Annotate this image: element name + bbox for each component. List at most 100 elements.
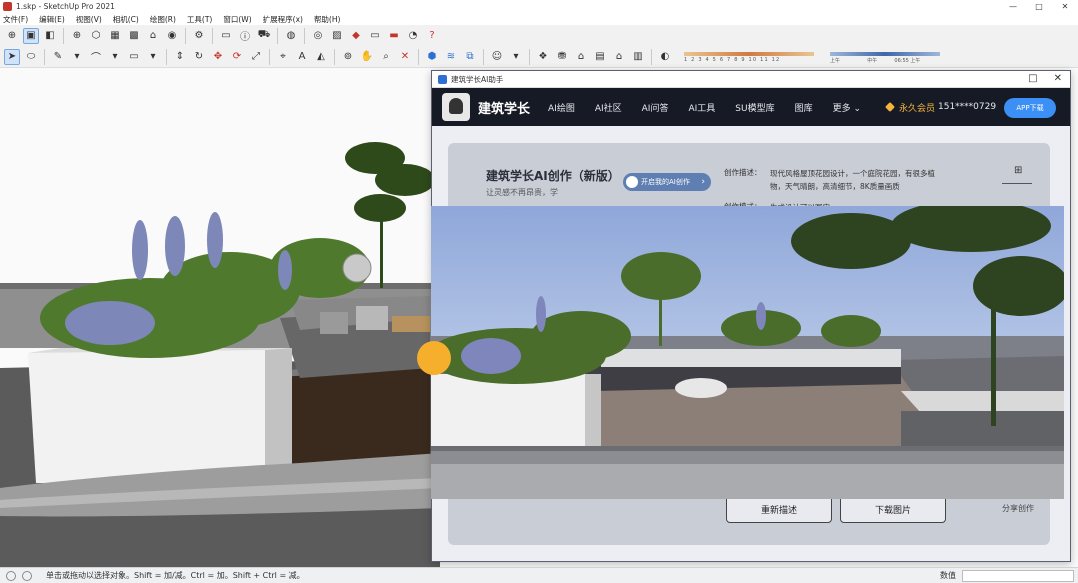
toolbar-divider [166, 48, 167, 65]
status-bar: 单击或拖动以选择对象。Shift = 加/减。Ctrl = 加。Shift + … [0, 567, 1078, 583]
scale-icon[interactable]: ⤢ [248, 49, 264, 65]
plugin-maximize-button[interactable]: □ [1028, 73, 1037, 84]
materials-icon[interactable]: ⛃ [554, 49, 570, 65]
chevron-down-icon[interactable]: ▾ [107, 49, 123, 65]
rectangle-icon[interactable]: ▭ [126, 49, 142, 65]
section-icon[interactable]: ⧉ [462, 49, 478, 65]
move-icon[interactable]: ✥ [210, 49, 226, 65]
follow-me-icon[interactable]: ↻ [191, 49, 207, 65]
orbit-icon[interactable]: ⊚ [340, 49, 356, 65]
nav-gallery[interactable]: 图库 [795, 101, 813, 114]
shield-icon[interactable]: ⬡ [88, 28, 104, 44]
profile-icon[interactable]: ◍ [283, 28, 299, 44]
menu-extensions[interactable]: 扩展程序(x) [263, 14, 303, 25]
gear-icon[interactable]: ⚙ [191, 28, 207, 44]
diamond-icon [885, 102, 895, 112]
chevron-down-icon[interactable]: ▾ [508, 49, 524, 65]
right-view-icon[interactable]: ⌂ [611, 49, 627, 65]
info-icon[interactable] [6, 570, 16, 581]
plugin-window-controls: □ ✕ [1028, 73, 1062, 84]
warehouse-icon[interactable]: ▣ [23, 27, 39, 44]
brand-logo[interactable]: 建筑学长 [478, 98, 530, 117]
measurements-input[interactable] [962, 570, 1074, 582]
chevron-down-icon[interactable]: ▾ [145, 49, 161, 65]
cart-icon[interactable]: ⛟ [256, 28, 272, 44]
download-image-button[interactable]: 下载图片 [840, 495, 946, 523]
pencil-icon[interactable]: ✎ [50, 49, 66, 65]
toolbar-divider [212, 27, 213, 44]
chevron-down-icon[interactable]: ▾ [69, 49, 85, 65]
ai-rendered-image[interactable] [431, 206, 1064, 499]
user-icon[interactable]: ◉ [164, 28, 180, 44]
rotate-icon[interactable]: ⟳ [229, 49, 245, 65]
nav-more[interactable]: 更多 ⌄ [833, 101, 861, 114]
eraser-icon[interactable]: ⬭ [23, 49, 39, 65]
menu-camera[interactable]: 相机(C) [113, 14, 139, 25]
front-view-icon[interactable]: ▤ [592, 49, 608, 65]
walk-icon[interactable]: ☺ [489, 49, 505, 65]
help-icon[interactable]: ? [424, 28, 440, 44]
info-icon[interactable]: ⓘ [237, 28, 253, 44]
layers-icon[interactable]: ≋ [443, 49, 459, 65]
vip-label: 永久会员 [899, 103, 936, 114]
back-view-icon[interactable]: ▥ [630, 49, 646, 65]
zoom-icon[interactable]: ⌕ [378, 49, 394, 65]
zoom-extents-icon[interactable]: ✕ [397, 49, 413, 65]
shadow-toggle-icon[interactable]: ◐ [657, 49, 673, 65]
shadow-date-slider[interactable]: 1 2 3 4 5 6 7 8 9 10 11 12 [684, 48, 814, 66]
add-icon[interactable]: ⊕ [69, 28, 85, 44]
extension-icon[interactable]: ◔ [405, 28, 421, 44]
menu-tools[interactable]: 工具(T) [187, 14, 212, 25]
menu-window[interactable]: 窗口(W) [223, 14, 251, 25]
checker-icon[interactable]: ▩ [126, 28, 142, 44]
maximize-button[interactable]: □ [1026, 0, 1052, 13]
avatar[interactable] [442, 93, 470, 121]
start-creation-button[interactable]: 开启我的AI创作 › [623, 173, 711, 191]
text-icon[interactable]: A [294, 49, 310, 65]
book-icon[interactable]: ▬ [386, 28, 402, 44]
shadow-time-slider[interactable]: 上午 中午 06:55 上午 [830, 48, 940, 66]
nav-ai-community[interactable]: AI社区 [595, 101, 622, 114]
push-pull-icon[interactable]: ⇕ [172, 49, 188, 65]
pan-icon[interactable]: ✋ [359, 49, 375, 65]
redescribe-button[interactable]: 重新描述 [726, 495, 832, 523]
app-download-button[interactable]: APP下载 [1004, 98, 1056, 118]
grid-icon[interactable]: ▦ [107, 28, 123, 44]
component-icon[interactable]: ◧ [42, 28, 58, 44]
house-icon[interactable]: ⌂ [145, 28, 161, 44]
time-ticks: 上午 中午 06:55 上午 [830, 57, 920, 64]
nav-ai-tools[interactable]: AI工具 [688, 101, 715, 114]
geolocation-icon[interactable] [22, 570, 32, 581]
menu-file[interactable]: 文件(F) [3, 14, 28, 25]
arc-icon[interactable]: ⌒ [88, 49, 104, 65]
paint-bucket-icon[interactable]: ◭ [313, 49, 329, 65]
nav-ai-qa[interactable]: AI问答 [642, 101, 669, 114]
plugin-window-title: 建筑学长AI助手 [451, 74, 504, 84]
plugin-close-button[interactable]: ✕ [1054, 73, 1062, 84]
select-arrow-icon[interactable]: ➤ [4, 48, 20, 65]
photo-icon[interactable]: ▨ [329, 28, 345, 44]
menu-edit[interactable]: 编辑(E) [39, 14, 65, 25]
nav-ai-drawing[interactable]: AI绘图 [548, 101, 575, 114]
box-icon[interactable]: ▭ [218, 28, 234, 44]
compare-slider-handle[interactable] [417, 341, 451, 375]
home-icon[interactable]: ⌂ [573, 49, 589, 65]
add-location-icon[interactable]: ⊕ [4, 28, 20, 44]
menu-help[interactable]: 帮助(H) [314, 14, 341, 25]
iso-view-icon[interactable]: ⬢ [424, 49, 440, 65]
nav-su-models[interactable]: SU模型库 [735, 101, 774, 114]
globe-icon[interactable]: ◎ [310, 28, 326, 44]
menu-draw[interactable]: 绘图(R) [150, 14, 176, 25]
ruby-icon[interactable]: ◆ [348, 28, 364, 44]
components-icon[interactable]: ❖ [535, 49, 551, 65]
close-button[interactable]: ✕ [1052, 0, 1078, 13]
tape-measure-icon[interactable]: ⌖ [275, 49, 291, 65]
grid-menu-icon[interactable]: ⊞ [1014, 165, 1022, 176]
user-phone[interactable]: 151****0729 [938, 102, 996, 112]
vip-badge[interactable]: 永久会员 [885, 101, 935, 114]
screen-icon[interactable]: ▭ [367, 28, 383, 44]
toolbar-divider [269, 48, 270, 65]
share-creation-link[interactable]: 分享创作 [1002, 503, 1034, 514]
minimize-button[interactable]: — [1000, 0, 1026, 13]
menu-view[interactable]: 视图(V) [76, 14, 102, 25]
